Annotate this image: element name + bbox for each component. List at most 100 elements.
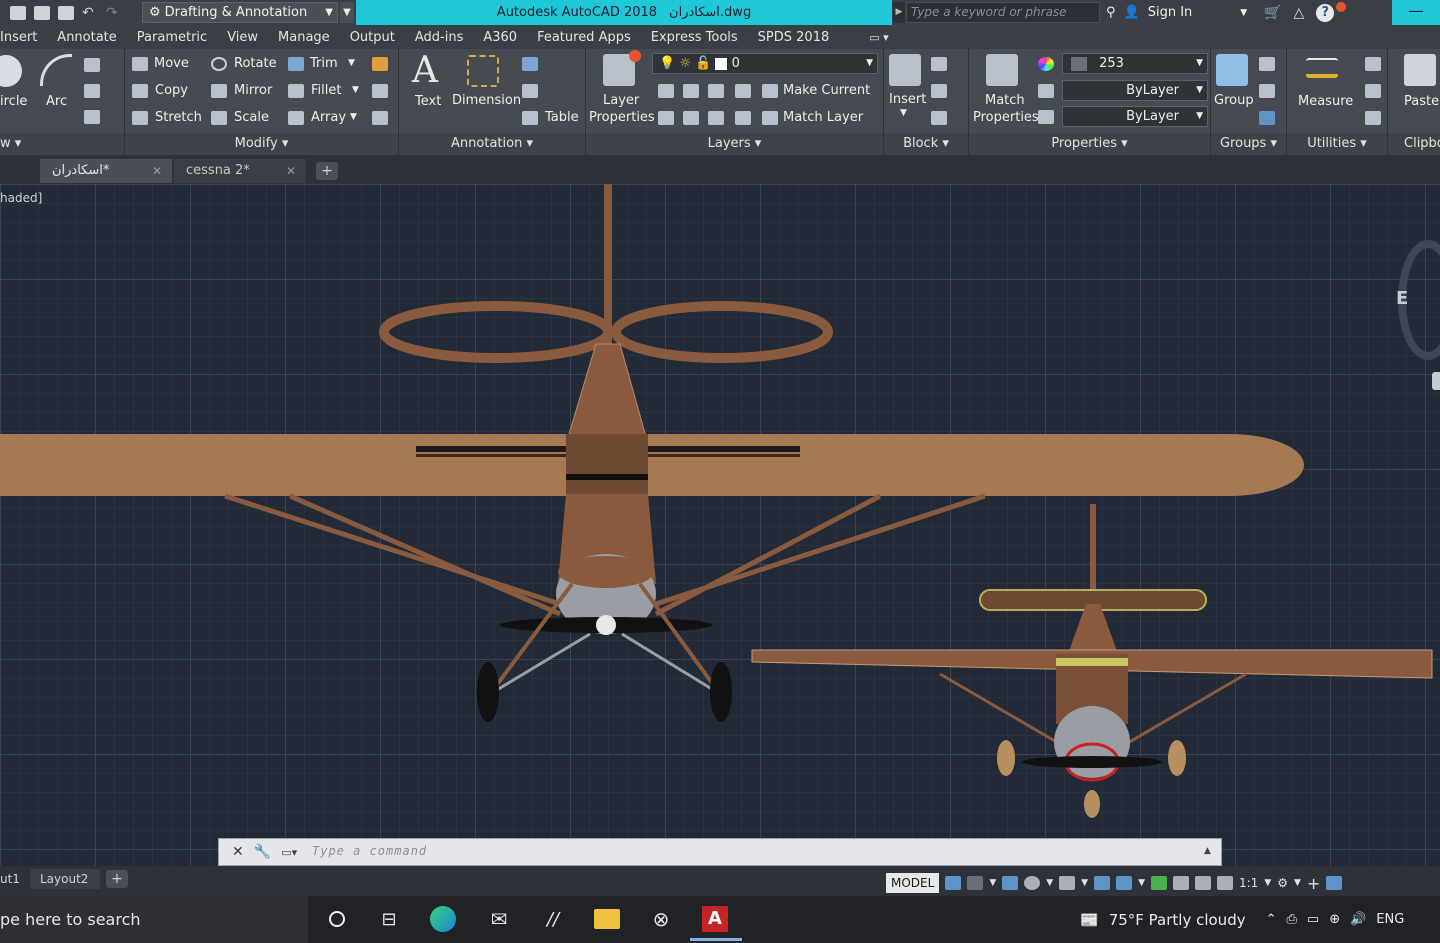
gear-icon[interactable]: ⚙: [1277, 876, 1288, 890]
chevron-down-icon[interactable]: ▼: [1081, 878, 1088, 888]
undo-icon[interactable]: ↶: [82, 6, 98, 20]
lineweight-toggle-icon[interactable]: [1094, 876, 1111, 890]
layer-properties-label-1[interactable]: Layer: [603, 93, 639, 108]
utility-icon[interactable]: [1365, 84, 1381, 98]
stretch-button[interactable]: Stretch: [155, 110, 202, 125]
multileader-icon[interactable]: [522, 84, 538, 98]
mirror-button[interactable]: Mirror: [234, 83, 272, 98]
insert-dropdown-icon[interactable]: ▼: [900, 108, 907, 118]
tab-spds[interactable]: SPDS 2018: [748, 30, 840, 45]
match-layer-button[interactable]: Match Layer: [783, 110, 863, 125]
utilities-panel-title[interactable]: Utilities ▾: [1287, 133, 1387, 155]
layout-tab[interactable]: Layout2: [30, 869, 100, 889]
gizmo-icon[interactable]: [1151, 876, 1167, 890]
group-select-icon[interactable]: [1259, 111, 1275, 125]
trim-button[interactable]: Trim: [310, 56, 338, 71]
paste-button[interactable]: Paste: [1404, 94, 1439, 109]
mail-icon[interactable]: ✉: [484, 904, 514, 934]
tab-a360[interactable]: A360: [473, 30, 527, 45]
osnap-icon[interactable]: [1059, 876, 1076, 890]
cart-icon[interactable]: 🛒: [1264, 5, 1281, 21]
autoscale-icon[interactable]: [1195, 876, 1211, 890]
new-layout-button[interactable]: +: [106, 870, 128, 888]
paste-icon[interactable]: [1404, 54, 1436, 86]
close-icon[interactable]: ✕: [286, 159, 296, 183]
help-icon[interactable]: ?: [1316, 3, 1335, 22]
table-button[interactable]: Table: [545, 110, 579, 125]
snap-icon[interactable]: [967, 876, 984, 890]
layer-properties-label-2[interactable]: Properties: [589, 110, 655, 125]
autocad-icon[interactable]: A: [700, 904, 730, 934]
leader-icon[interactable]: [522, 57, 538, 71]
new-tab-button[interactable]: +: [316, 162, 338, 180]
fillet-button[interactable]: Fillet: [311, 83, 341, 98]
erase-icon[interactable]: [372, 57, 388, 71]
dimension-icon[interactable]: [467, 55, 499, 87]
ungroup-icon[interactable]: [1259, 57, 1275, 71]
match-properties-label-2[interactable]: Properties: [973, 110, 1039, 125]
network-icon[interactable]: ⊕: [1329, 912, 1340, 927]
chevron-down-icon[interactable]: ▼: [1240, 8, 1247, 18]
news-icon[interactable]: 📰: [1080, 911, 1099, 929]
layer-tool-icon[interactable]: [658, 111, 674, 125]
tab-featured-apps[interactable]: Featured Apps: [527, 30, 641, 45]
utility-icon[interactable]: [1365, 57, 1381, 71]
circle-button-label[interactable]: ircle: [0, 94, 27, 109]
task-view-icon[interactable]: ⊟: [374, 904, 404, 934]
battery-icon[interactable]: ▭: [1307, 912, 1319, 927]
taskbar-search[interactable]: pe here to search: [0, 896, 308, 943]
save-icon[interactable]: [34, 5, 50, 20]
properties-panel-title[interactable]: Properties ▾: [969, 133, 1210, 155]
polar-icon[interactable]: [1024, 876, 1041, 890]
grid-icon[interactable]: [945, 876, 962, 890]
boundary-icon[interactable]: [84, 110, 100, 124]
close-icon[interactable]: ✕: [152, 159, 162, 183]
redo-icon[interactable]: ↷: [106, 6, 122, 20]
fullscreen-icon[interactable]: [1326, 876, 1343, 890]
close-icon[interactable]: ✕: [232, 844, 244, 860]
weather-label[interactable]: 75°F Partly cloudy: [1109, 911, 1246, 929]
edge-icon[interactable]: [428, 904, 458, 934]
plus-icon[interactable]: +: [1307, 874, 1320, 893]
chevron-down-icon[interactable]: ▼: [1264, 878, 1271, 888]
calculator-icon[interactable]: [1365, 111, 1381, 125]
move-button[interactable]: Move: [154, 56, 189, 71]
modify-panel-title[interactable]: Modify ▾: [125, 133, 398, 155]
layer-tool-icon[interactable]: [658, 84, 674, 98]
chevron-up-icon[interactable]: ⌃: [1266, 912, 1277, 927]
sign-in-area[interactable]: ⚲ 👤 Sign In ▼: [1106, 0, 1247, 25]
scale-button[interactable]: Scale: [234, 110, 269, 125]
model-space-button[interactable]: MODEL: [886, 873, 940, 893]
selection-cycling-icon[interactable]: [1116, 876, 1133, 890]
rectangle-icon[interactable]: [84, 58, 100, 72]
group-button[interactable]: Group: [1214, 93, 1254, 108]
layout-tab[interactable]: ut1: [0, 869, 24, 889]
array-dropdown-icon[interactable]: ▼: [350, 112, 357, 122]
open-icon[interactable]: [10, 5, 26, 20]
layer-tool-icon[interactable]: [683, 84, 699, 98]
workspace-selector[interactable]: ⚙ Drafting & Annotation ▼: [142, 2, 338, 23]
tab-view[interactable]: View: [217, 30, 268, 45]
layer-tool-icon[interactable]: [708, 111, 724, 125]
volume-icon[interactable]: 🔊: [1350, 912, 1366, 927]
text-button[interactable]: Text: [415, 94, 441, 109]
measure-button[interactable]: Measure: [1298, 94, 1353, 109]
layer-tool-icon[interactable]: [735, 111, 751, 125]
measure-icon[interactable]: [1306, 58, 1338, 78]
command-input[interactable]: Type a command: [312, 844, 427, 858]
chevron-down-icon[interactable]: ▼: [1138, 878, 1145, 888]
ortho-icon[interactable]: [1002, 876, 1019, 890]
app-icon[interactable]: //: [538, 904, 568, 934]
copy-button[interactable]: Copy: [155, 83, 188, 98]
chevron-down-icon[interactable]: ▼: [989, 878, 996, 888]
offset-icon[interactable]: [372, 111, 388, 125]
arc-button-label[interactable]: Arc: [46, 94, 67, 109]
print-icon[interactable]: [58, 5, 74, 20]
group-icon[interactable]: [1216, 54, 1248, 86]
hatch-icon[interactable]: [84, 84, 100, 98]
match-properties-icon[interactable]: [986, 54, 1018, 86]
layers-panel-title[interactable]: Layers ▾: [586, 133, 883, 155]
fillet-dropdown-icon[interactable]: ▼: [352, 85, 359, 95]
create-block-icon[interactable]: [931, 57, 947, 71]
draw-panel-title[interactable]: w ▾: [0, 133, 124, 155]
